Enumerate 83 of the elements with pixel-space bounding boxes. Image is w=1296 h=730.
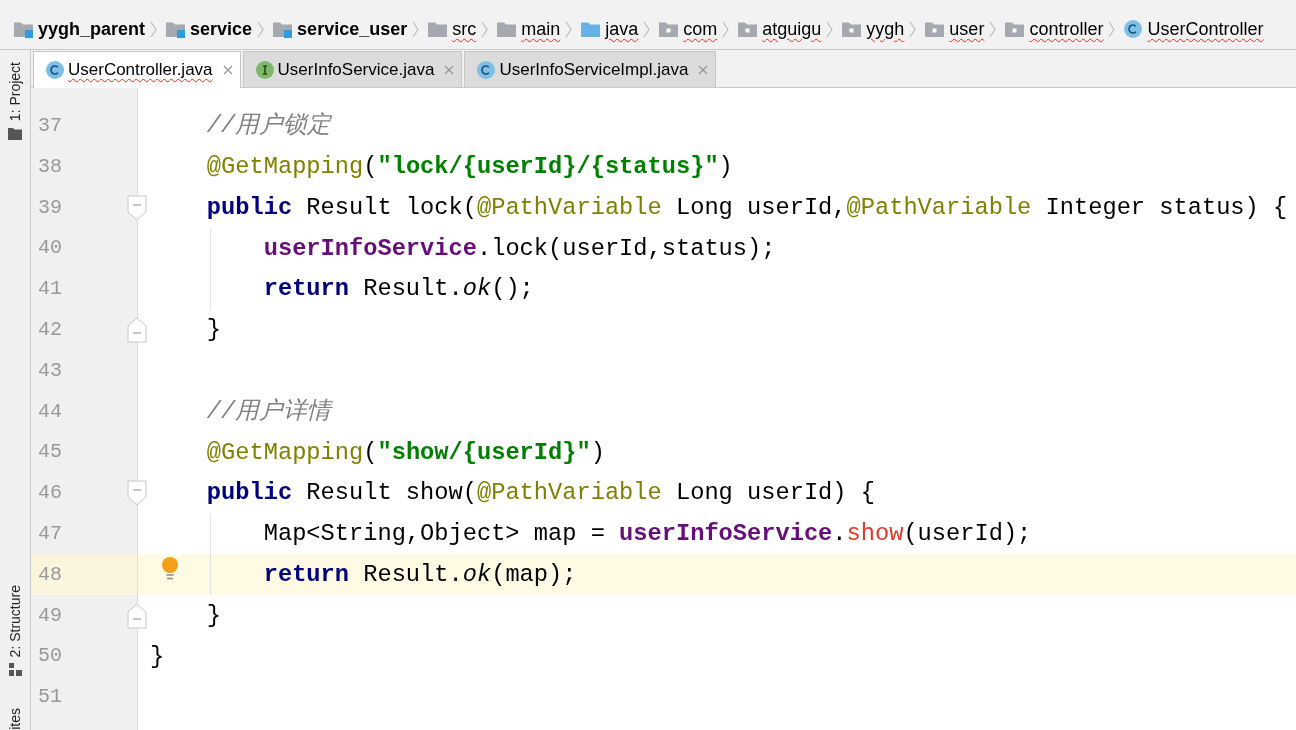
circle-c-icon	[477, 60, 496, 79]
close-icon[interactable]	[698, 64, 709, 75]
tool-window-button[interactable]: ites	[8, 708, 22, 730]
blocks-icon	[8, 663, 22, 677]
fold-icon[interactable]	[127, 602, 147, 629]
code-line: }	[150, 642, 165, 670]
line-number: 46	[38, 481, 62, 505]
breadcrumb-item[interactable]: service	[166, 15, 253, 43]
editor-tab[interactable]: UserController.java	[33, 51, 241, 88]
breadcrumb-item[interactable]: java	[581, 15, 639, 43]
breadcrumb-item[interactable]: main	[497, 15, 561, 43]
chevron-icon	[565, 20, 573, 38]
line-number: 40	[38, 236, 62, 260]
chevron-icon	[826, 20, 834, 38]
folder-icon	[8, 127, 22, 141]
code-line: @GetMapping("lock/{userId}/{status}")	[206, 153, 733, 180]
circle-c-icon	[46, 61, 64, 79]
line-number: 45	[38, 440, 62, 464]
chevron-icon	[257, 20, 265, 38]
fold-icon[interactable]	[127, 316, 147, 343]
lightbulb-icon[interactable]	[162, 557, 178, 582]
line-number: 50	[38, 644, 62, 668]
breadcrumb-item[interactable]: yygh_parent	[14, 15, 146, 43]
folder-icon	[497, 20, 517, 38]
editor-tab[interactable]: UserInfoService.java	[242, 51, 463, 87]
line-number: 38	[38, 154, 62, 178]
line-number: 49	[38, 603, 62, 627]
code-line: public Result show(@PathVariable Long userId) {	[206, 479, 875, 507]
package-folder-icon	[925, 20, 945, 38]
code-line: Map<String,Object> map = userInfoService.show(userId);	[263, 520, 1032, 548]
breadcrumb-item[interactable]: UserController	[1124, 15, 1264, 43]
module-folder-icon	[14, 20, 33, 38]
line-number: 44	[38, 399, 62, 423]
breadcrumb-item[interactable]: service_user	[273, 15, 408, 43]
chevron-icon	[150, 20, 158, 38]
code-line: return Result.ok(map);	[263, 561, 577, 588]
package-folder-icon	[738, 20, 758, 38]
code-editor[interactable]	[31, 88, 1296, 730]
breadcrumb-item[interactable]: atguigu	[738, 15, 822, 43]
circle-i-icon	[255, 60, 274, 79]
tool-window-button[interactable]: 1: Project	[8, 62, 22, 141]
code-line: userInfoService.lock(userId,status);	[263, 234, 776, 262]
breadcrumb-item[interactable]: yygh	[842, 15, 905, 43]
chevron-icon	[481, 20, 489, 38]
close-icon[interactable]	[222, 65, 233, 75]
chevron-icon	[412, 20, 420, 38]
package-folder-icon	[1005, 20, 1025, 38]
chevron-icon	[1108, 20, 1116, 38]
package-folder-icon	[659, 20, 679, 38]
fold-icon[interactable]	[127, 194, 147, 221]
editor-tab[interactable]: UserInfoServiceImpl.java	[464, 51, 717, 87]
module-folder-icon	[166, 20, 186, 38]
line-number: 43	[38, 358, 62, 382]
line-number: 37	[38, 114, 62, 137]
breadcrumb-item[interactable]: src	[428, 15, 477, 43]
line-number: 39	[38, 195, 62, 219]
package-folder-icon	[842, 20, 862, 38]
module-folder-icon	[273, 20, 293, 38]
fold-icon[interactable]	[127, 480, 147, 507]
line-number: 51	[38, 685, 62, 709]
line-number: 48	[38, 562, 62, 586]
code-line: @GetMapping("show/{userId}")	[206, 438, 605, 466]
line-number: 41	[38, 277, 62, 301]
chevron-icon	[722, 20, 730, 38]
close-icon[interactable]	[444, 64, 455, 75]
code-line: //用户详情	[206, 397, 332, 425]
breadcrumb-item[interactable]: user	[925, 15, 985, 43]
line-number: 42	[38, 317, 62, 341]
chevron-icon	[989, 20, 997, 38]
circle-c-icon	[1124, 20, 1143, 38]
code-line: public Result lock(@PathVariable Long userId,@PathVariable Integer status) {	[206, 193, 1288, 221]
folder-icon	[428, 20, 448, 38]
breadcrumb-item[interactable]: com	[659, 15, 718, 43]
code-line: //用户锁定	[206, 112, 332, 140]
chevron-icon	[643, 20, 651, 38]
source-folder-icon	[581, 20, 601, 38]
tool-window-button[interactable]: 2: Structure	[8, 584, 22, 677]
code-line: }	[206, 601, 222, 629]
code-line: }	[206, 316, 222, 344]
line-number: 47	[38, 521, 62, 545]
chevron-icon	[909, 20, 917, 38]
code-line: return Result.ok();	[263, 275, 534, 303]
breadcrumb-item[interactable]: controller	[1005, 15, 1104, 43]
